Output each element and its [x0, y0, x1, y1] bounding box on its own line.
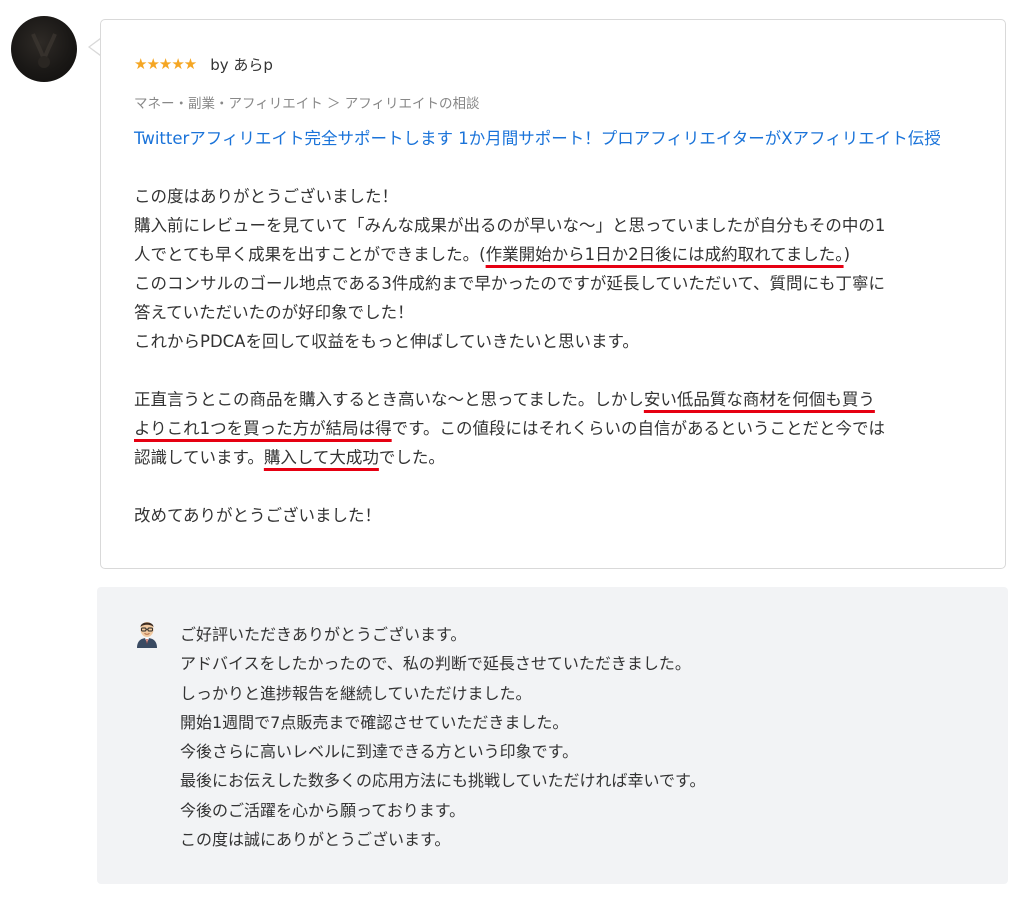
seller-avatar-icon[interactable]	[134, 618, 160, 648]
reply-line: ご好評いただきありがとうございます。	[180, 625, 467, 644]
review-line: 正直言うとこの商品を購入するとき高いな〜と思ってました。しかし安い低品質な商材を…	[134, 385, 994, 414]
user-avatar-icon	[31, 33, 57, 68]
seller-reply-box: ご好評いただきありがとうございます。 アドバイスをしたかったので、私の判断で延長…	[97, 587, 1008, 884]
review-line: 改めてありがとうございました！	[134, 506, 382, 525]
reply-line: 最後にお伝えした数多くの応用方法にも挑戦していただければ幸いです。	[180, 771, 706, 791]
review-line: これからPDCAを回して収益をもっと伸ばしていきたいと思います。	[134, 332, 639, 351]
review-text-segment: です。この値段にはそれくらいの自信があるということだと今では	[391, 419, 886, 438]
reviewer-avatar[interactable]	[11, 16, 77, 82]
review-line: 人でとても早く成果を出すことができました。(作業開始から1日か2日後には成約取れ…	[134, 240, 994, 269]
star-rating-icon: ★★★★★	[134, 55, 197, 73]
review-text-segment: でした。	[378, 448, 445, 467]
reply-line: 今後さらに高いレベルに到達できる方という印象です。	[180, 742, 579, 762]
review-line: 購入前にレビューを見ていて「みんな成果が出るのが早いな〜」と思っていましたが自分…	[134, 216, 886, 235]
reply-line: アドバイスをしたかったので、私の判断で延長させていただきました。	[180, 654, 691, 674]
review-text-segment: 認識しています。	[134, 448, 264, 467]
review-text-segment: 人でとても早く成果を出すことができました。(	[134, 245, 486, 264]
rating-row: ★★★★★ by あらp	[134, 53, 273, 75]
reply-line: 開始1週間で7点販売まで確認させていただきました。	[180, 712, 569, 732]
highlighted-text: 購入して大成功	[263, 448, 379, 467]
review-line: このコンサルのゴール地点である3件成約まで早かったのですが延長していただいて、質…	[134, 274, 886, 293]
review-line: この度はありがとうございました！	[134, 187, 398, 206]
reply-text: ご好評いただきありがとうございます。 アドバイスをしたかったので、私の判断で延長…	[180, 620, 705, 854]
reply-line: 今後のご活躍を心から願っております。	[180, 800, 466, 820]
review-text: この度はありがとうございました！ 購入前にレビューを見ていて「みんな成果が出るの…	[134, 182, 994, 530]
review-card: ★★★★★ by あらp マネー・副業・アフィリエイト ＞ アフィリエイトの相談…	[100, 19, 1006, 569]
reply-line: しっかりと進捗報告を継続していただけました。	[180, 683, 532, 703]
review-line: よりこれ1つを買った方が結局は得です。この値段にはそれくらいの自信があるというこ…	[134, 414, 994, 443]
highlighted-text: 作業開始から1日か2日後には成約取れてました。	[485, 245, 844, 264]
review-line: 答えていただいたのが好印象でした！	[134, 303, 414, 322]
highlighted-text: よりこれ1つを買った方が結局は得	[134, 419, 392, 438]
highlighted-text: 安い低品質な商材を何個も買う	[643, 390, 875, 409]
review-text-segment: )	[843, 245, 850, 264]
breadcrumb[interactable]: マネー・副業・アフィリエイト ＞ アフィリエイトの相談	[134, 92, 480, 112]
review-line: 認識しています。購入して大成功でした。	[134, 443, 994, 472]
reply-line: この度は誠にありがとうございます。	[180, 830, 451, 850]
service-title-link[interactable]: Twitterアフィリエイト完全サポートします 1か月間サポート！プロアフィリエ…	[134, 124, 984, 153]
review-text-segment: 正直言うとこの商品を購入するとき高いな〜と思ってました。しかし	[134, 390, 644, 409]
reviewer-name[interactable]: by あらp	[210, 54, 273, 75]
